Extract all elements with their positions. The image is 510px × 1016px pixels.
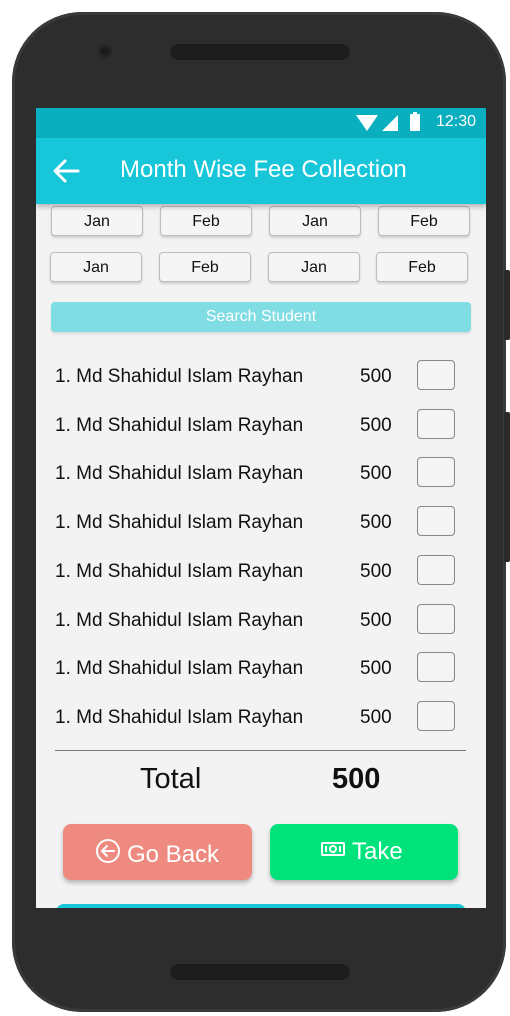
student-checkbox[interactable]: [417, 506, 455, 536]
student-row: 1. Md Shahidul Islam Rayhan 500: [36, 407, 486, 447]
student-checkbox[interactable]: [417, 457, 455, 487]
power-button: [504, 412, 510, 562]
wifi-icon: [356, 115, 378, 131]
student-name: 1. Md Shahidul Islam Rayhan: [55, 610, 304, 631]
month-button[interactable]: Feb: [159, 252, 251, 282]
student-row: 1. Md Shahidul Islam Rayhan 500: [36, 358, 486, 398]
month-button[interactable]: Feb: [376, 252, 468, 282]
student-name: 1. Md Shahidul Islam Rayhan: [55, 707, 304, 728]
circle-arrow-left-icon: [95, 838, 121, 871]
total-label: Total: [140, 763, 202, 795]
student-amount: 500: [360, 415, 392, 436]
student-name: 1. Md Shahidul Islam Rayhan: [55, 658, 304, 679]
bottom-panel-edge: [56, 904, 466, 908]
front-camera: [98, 44, 112, 58]
go-back-button[interactable]: Go Back: [63, 824, 252, 880]
month-button[interactable]: Jan: [51, 206, 143, 236]
student-row: 1. Md Shahidul Islam Rayhan 500: [36, 699, 486, 739]
take-button[interactable]: Take: [270, 824, 458, 880]
student-checkbox[interactable]: [417, 604, 455, 634]
student-checkbox[interactable]: [417, 701, 455, 731]
month-button[interactable]: Jan: [268, 252, 360, 282]
student-checkbox[interactable]: [417, 360, 455, 390]
volume-button: [504, 270, 510, 340]
student-name: 1. Md Shahidul Islam Rayhan: [55, 512, 304, 533]
go-back-label: Go Back: [127, 840, 220, 868]
student-name: 1. Md Shahidul Islam Rayhan: [55, 366, 304, 387]
student-row: 1. Md Shahidul Islam Rayhan 500: [36, 650, 486, 690]
page-title: Month Wise Fee Collection: [120, 156, 407, 183]
student-amount: 500: [360, 561, 392, 582]
student-amount: 500: [360, 658, 392, 679]
back-arrow-icon[interactable]: [52, 158, 80, 184]
total-value: 500: [332, 763, 381, 795]
money-icon: [320, 838, 346, 866]
student-row: 1. Md Shahidul Islam Rayhan 500: [36, 602, 486, 642]
month-button[interactable]: Feb: [378, 206, 470, 236]
student-amount: 500: [360, 610, 392, 631]
student-checkbox[interactable]: [417, 409, 455, 439]
app-bar: Month Wise Fee Collection: [36, 138, 486, 204]
search-student-input[interactable]: Search Student: [51, 302, 471, 332]
student-amount: 500: [360, 463, 392, 484]
status-bar: 12:30: [36, 108, 486, 138]
student-name: 1. Md Shahidul Islam Rayhan: [55, 415, 304, 436]
divider: [55, 750, 466, 751]
month-button[interactable]: Jan: [269, 206, 361, 236]
student-checkbox[interactable]: [417, 652, 455, 682]
app-screen: 12:30 Month Wise Fee Collection Jan Feb …: [36, 108, 486, 908]
student-name: 1. Md Shahidul Islam Rayhan: [55, 463, 304, 484]
earpiece-speaker: [170, 44, 350, 60]
student-amount: 500: [360, 512, 392, 533]
month-button[interactable]: Feb: [160, 206, 252, 236]
take-label: Take: [352, 838, 403, 865]
student-checkbox[interactable]: [417, 555, 455, 585]
student-row: 1. Md Shahidul Islam Rayhan 500: [36, 455, 486, 495]
month-button[interactable]: Jan: [50, 252, 142, 282]
battery-icon: [410, 112, 420, 131]
student-amount: 500: [360, 707, 392, 728]
status-time: 12:30: [435, 113, 476, 130]
student-row: 1. Md Shahidul Islam Rayhan 500: [36, 504, 486, 544]
signal-icon: [382, 115, 398, 131]
bottom-speaker: [170, 964, 350, 980]
student-row: 1. Md Shahidul Islam Rayhan 500: [36, 553, 486, 593]
student-amount: 500: [360, 366, 392, 387]
student-name: 1. Md Shahidul Islam Rayhan: [55, 561, 304, 582]
